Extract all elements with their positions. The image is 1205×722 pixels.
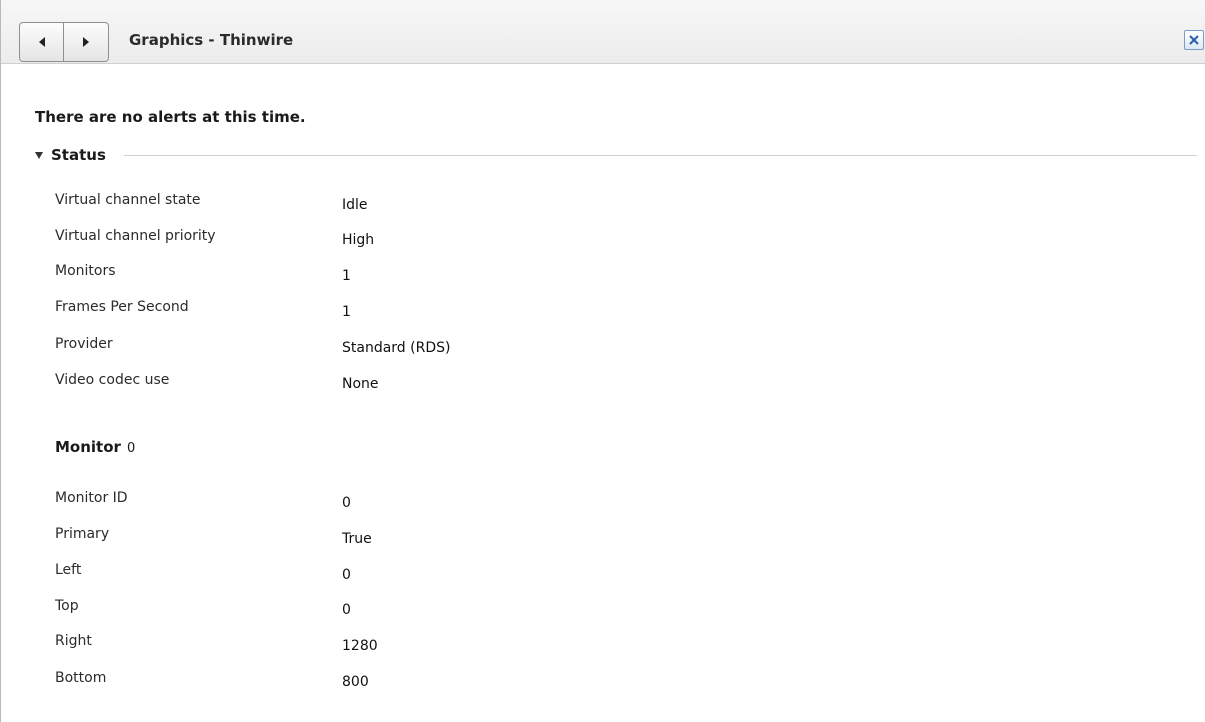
status-section-toggle[interactable]: Status xyxy=(35,144,1197,166)
prop-label-top: Top xyxy=(55,598,79,614)
details-window: Graphics - Thinwire There are no alerts … xyxy=(0,0,1205,722)
prop-label-right: Right xyxy=(55,633,92,649)
prop-value-virtual-channel-priority: High xyxy=(342,232,375,248)
prop-label-frames-per-second: Frames Per Second xyxy=(55,299,189,315)
prop-value-primary: True xyxy=(342,531,372,547)
prop-label-monitor-id: Monitor ID xyxy=(55,490,128,506)
collapse-triangle-icon xyxy=(35,151,43,159)
alerts-message: There are no alerts at this time. xyxy=(35,108,306,126)
prop-value-monitor-id: 0 xyxy=(342,495,351,511)
prop-label-monitors: Monitors xyxy=(55,263,116,279)
prop-label-virtual-channel-priority: Virtual channel priority xyxy=(55,228,216,244)
prop-value-right: 1280 xyxy=(342,638,378,654)
prop-label-virtual-channel-state: Virtual channel state xyxy=(55,192,201,208)
prop-value-frames-per-second: 1 xyxy=(342,304,351,320)
prop-value-video-codec-use: None xyxy=(342,376,379,392)
status-section-label: Status xyxy=(51,146,106,164)
prop-label-provider: Provider xyxy=(55,336,113,352)
header-bar: Graphics - Thinwire xyxy=(1,0,1205,64)
close-button[interactable] xyxy=(1184,30,1204,50)
prop-value-virtual-channel-state: Idle xyxy=(342,197,368,213)
prop-label-video-codec-use: Video codec use xyxy=(55,372,170,388)
page-title: Graphics - Thinwire xyxy=(129,31,294,49)
nav-button-group xyxy=(19,22,109,62)
prop-label-bottom: Bottom xyxy=(55,670,107,686)
forward-button[interactable] xyxy=(64,22,109,62)
monitor-index: 0 xyxy=(126,441,136,456)
prop-label-left: Left xyxy=(55,562,82,578)
monitor-subheading: Monitor 0 xyxy=(55,437,135,456)
prop-value-left: 0 xyxy=(342,567,351,583)
triangle-left-icon xyxy=(38,37,45,47)
prop-value-provider: Standard (RDS) xyxy=(342,340,451,356)
prop-value-bottom: 800 xyxy=(342,674,369,690)
monitor-title: Monitor xyxy=(55,438,121,456)
prop-label-primary: Primary xyxy=(55,526,110,542)
prop-value-top: 0 xyxy=(342,602,351,618)
back-button[interactable] xyxy=(19,22,64,62)
prop-value-monitors: 1 xyxy=(342,268,351,284)
triangle-right-icon xyxy=(83,37,89,47)
close-icon xyxy=(1189,35,1199,45)
section-divider xyxy=(123,154,1197,156)
